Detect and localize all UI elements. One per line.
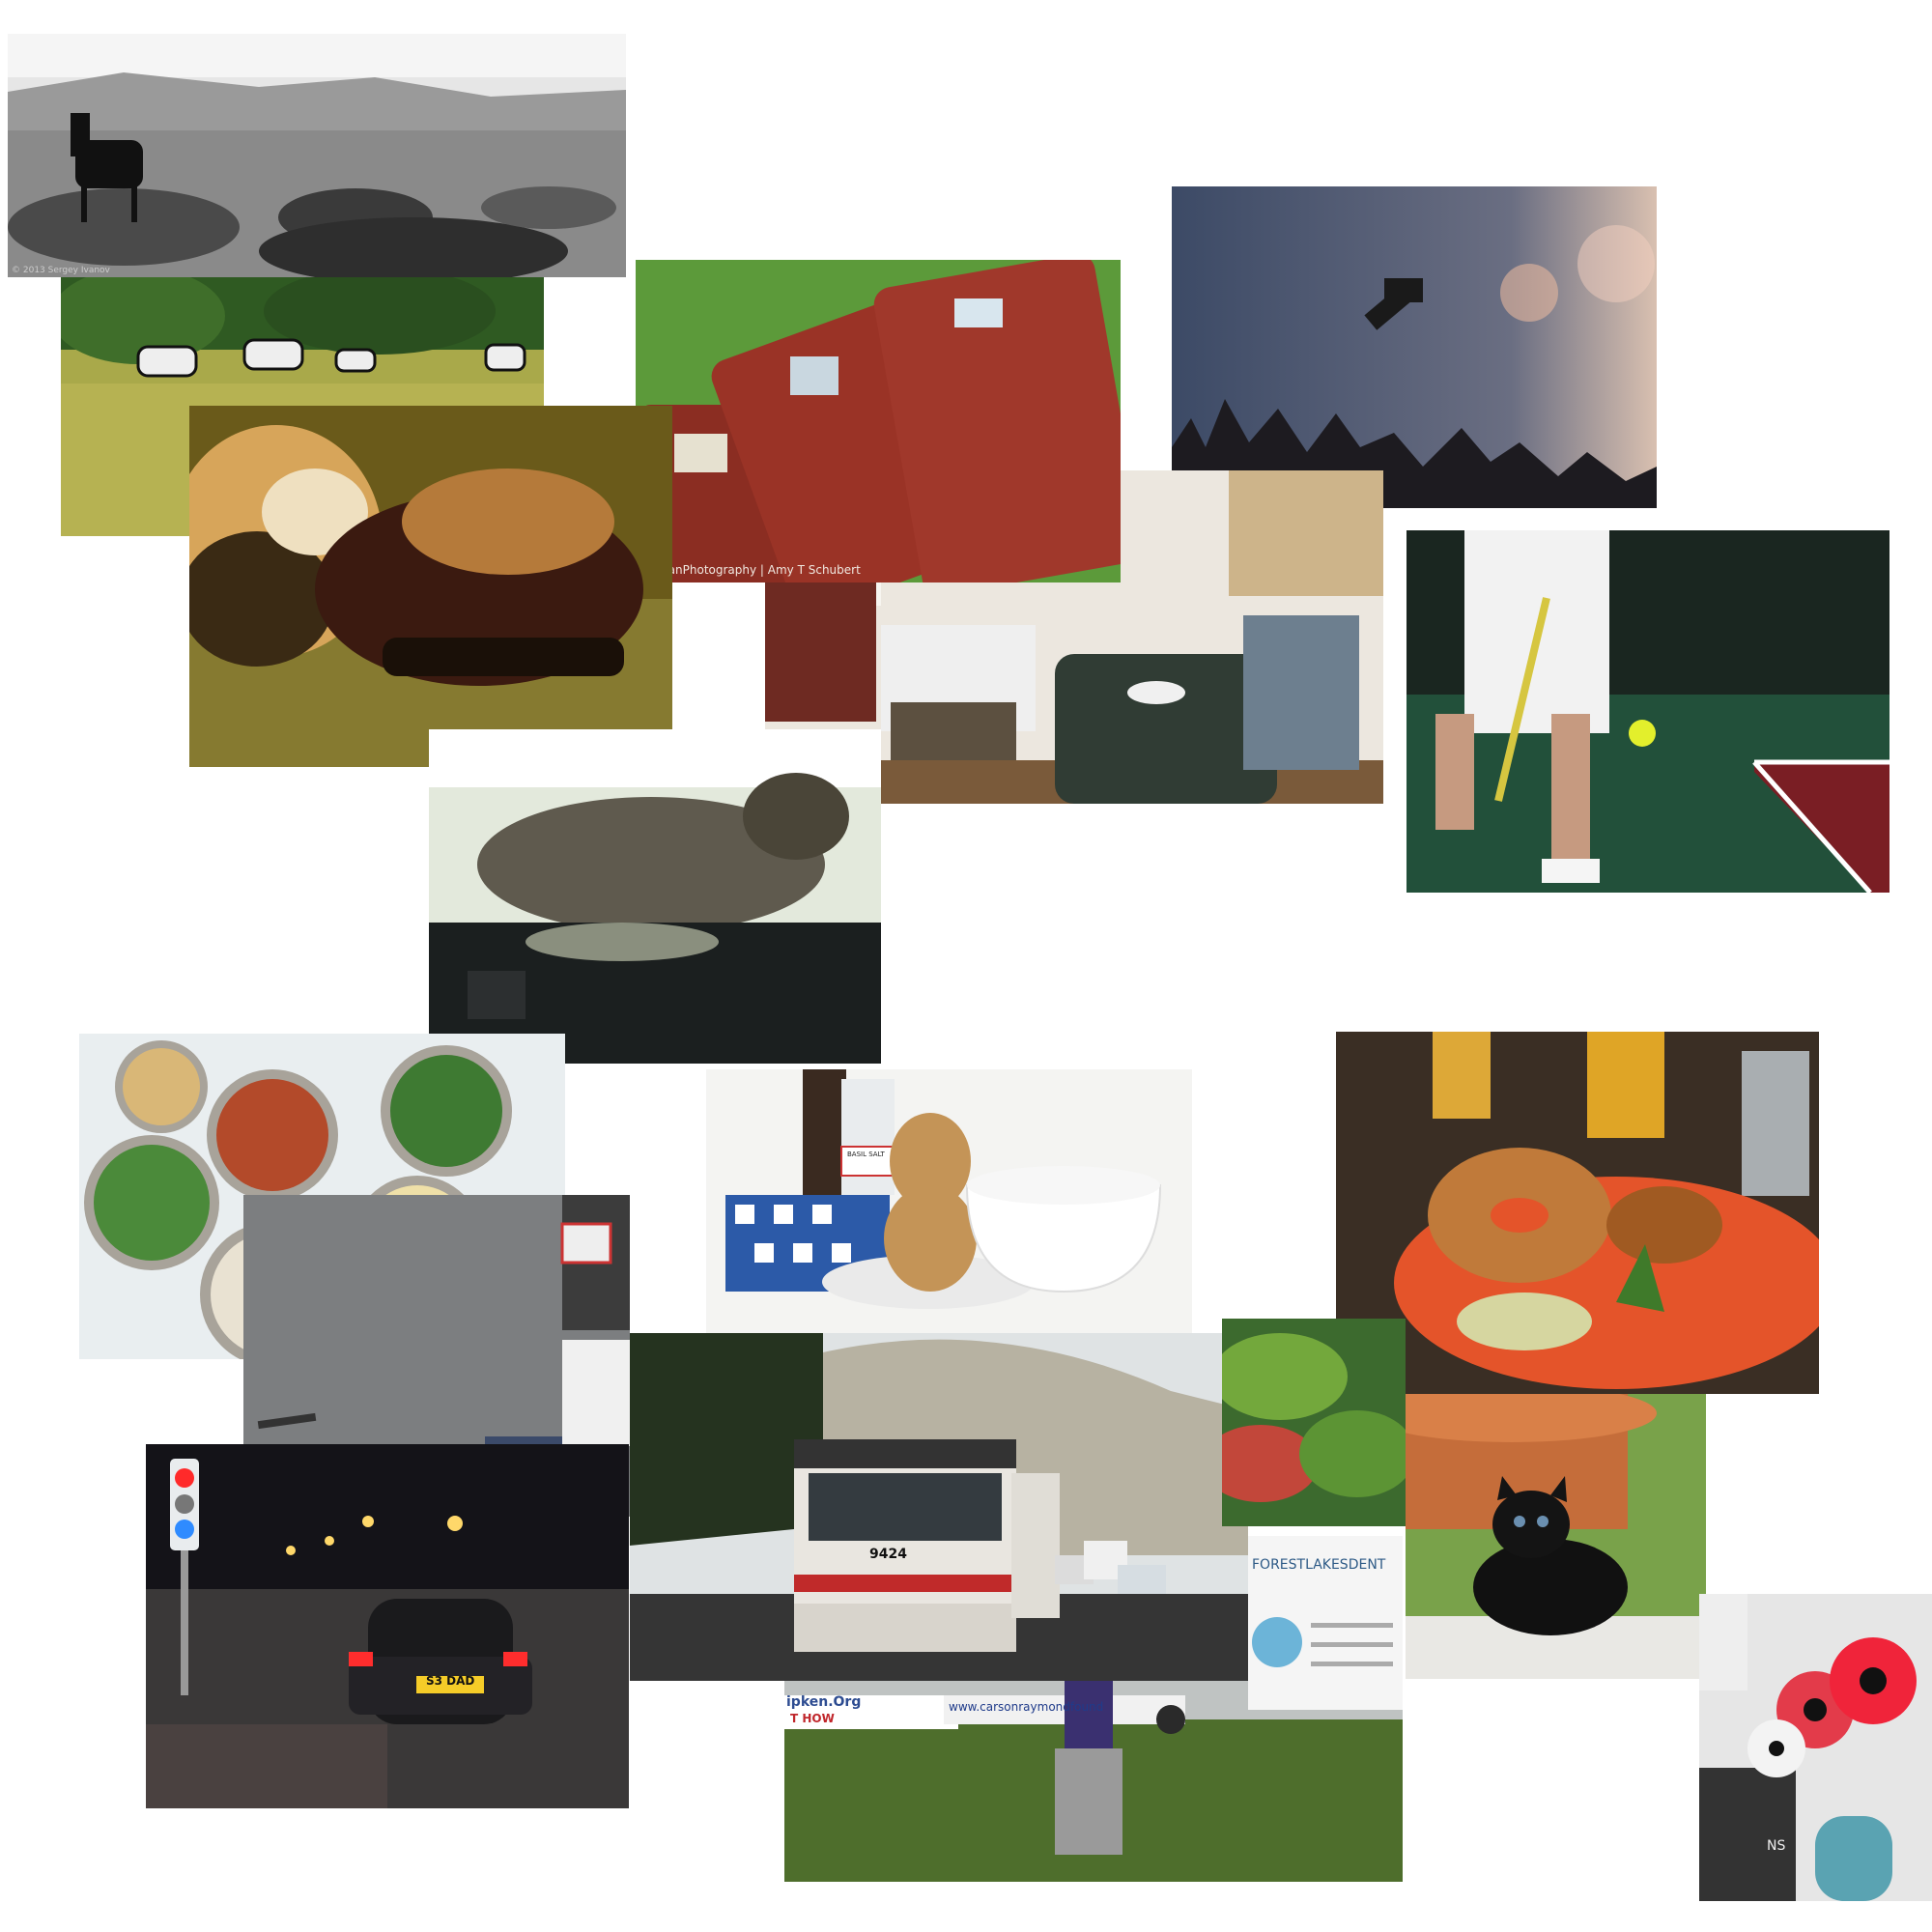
- photo-luggage: TeeganPhotography | Amy T Schubert: [636, 260, 1121, 582]
- bus-image: [630, 1333, 1248, 1681]
- photo-anemone-vase: NS: [1699, 1594, 1932, 1901]
- photo-baseball-player: ipken.Org T HOW www.carsonraymondfound: [784, 1681, 1403, 1882]
- teddy-bear-image: [706, 1069, 1192, 1335]
- photo-dental-sign: FORESTLAKESDENT: [1248, 1536, 1403, 1710]
- traffic-night-image: [146, 1444, 629, 1808]
- photo-bagel-breakfast: [1336, 1032, 1819, 1394]
- horse-desert-image: [8, 34, 626, 277]
- photo-traffic-night: S3 DAD: [146, 1444, 629, 1808]
- dental-sign-image: [1248, 1536, 1403, 1710]
- photo-cat-dashboard: [429, 729, 881, 1064]
- photo-teddy-bear-cup: BASIL SALT: [706, 1069, 1192, 1335]
- cat-dashboard-image: [429, 729, 881, 1064]
- luggage-image: [636, 260, 1121, 582]
- plants-image: [1222, 1319, 1406, 1526]
- photo-calico-cat-shoe: [189, 406, 672, 767]
- calico-cat-image: [189, 406, 672, 767]
- baseball-image: [784, 1681, 1403, 1882]
- photo-snowboarder: Befembaker 2006: [1172, 186, 1657, 508]
- flowers-image: [1699, 1594, 1932, 1901]
- snowboarder-image: [1172, 186, 1657, 508]
- photo-black-kitten: [1406, 1394, 1706, 1679]
- bagel-image: [1336, 1032, 1819, 1394]
- photo-plants: [1222, 1319, 1406, 1526]
- photo-city-bus: 9424: [630, 1333, 1248, 1681]
- photo-horse-desert: © 2013 Sergey Ivanov: [8, 34, 626, 277]
- tennis-image: [1406, 530, 1889, 893]
- kitten-image: [1406, 1394, 1706, 1679]
- photo-tennis: [1406, 530, 1889, 893]
